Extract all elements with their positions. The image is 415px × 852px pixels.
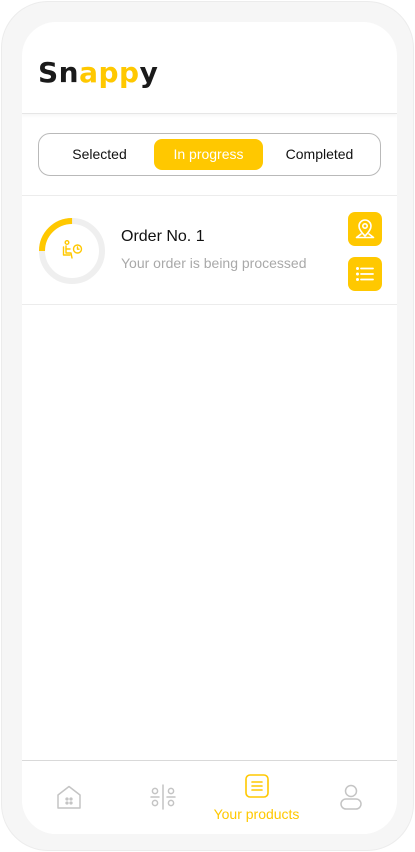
nav-profile[interactable] [304, 761, 397, 834]
logo-part-1: Sn [38, 56, 80, 89]
orders-icon [244, 774, 269, 798]
order-status: Your order is being processed [121, 255, 307, 271]
order-details-button[interactable] [348, 257, 382, 291]
logo-part-3: y [139, 56, 159, 89]
home-icon [56, 785, 81, 809]
catalog-icon [149, 784, 176, 810]
logo-part-2: app [79, 56, 140, 89]
tab-completed[interactable]: Completed [267, 139, 372, 170]
list-divider-bottom [22, 304, 397, 305]
app-screen: Snappy Selected In progress Completed Or… [22, 22, 397, 834]
seated-person-clock-icon [62, 240, 83, 259]
profile-icon [339, 784, 362, 810]
device-frame: Snappy Selected In progress Completed Or… [2, 2, 413, 850]
app-logo: Snappy [38, 56, 158, 89]
map-pin-icon [355, 219, 375, 239]
order-progress-ring [39, 218, 105, 284]
app-header: Snappy [22, 22, 397, 114]
tab-in-progress[interactable]: In progress [154, 139, 263, 170]
order-filter-tabs: Selected In progress Completed [38, 133, 381, 176]
bottom-navigation: Your products [22, 760, 397, 834]
nav-your-products[interactable]: Your products [210, 761, 303, 834]
track-order-button[interactable] [348, 212, 382, 246]
tab-selected[interactable]: Selected [47, 139, 152, 170]
nav-catalog[interactable] [116, 761, 209, 834]
nav-home[interactable] [22, 761, 115, 834]
order-list-item[interactable]: Order No. 1 Your order is being processe… [22, 196, 397, 304]
list-icon [355, 266, 374, 281]
order-title: Order No. 1 [121, 228, 205, 245]
